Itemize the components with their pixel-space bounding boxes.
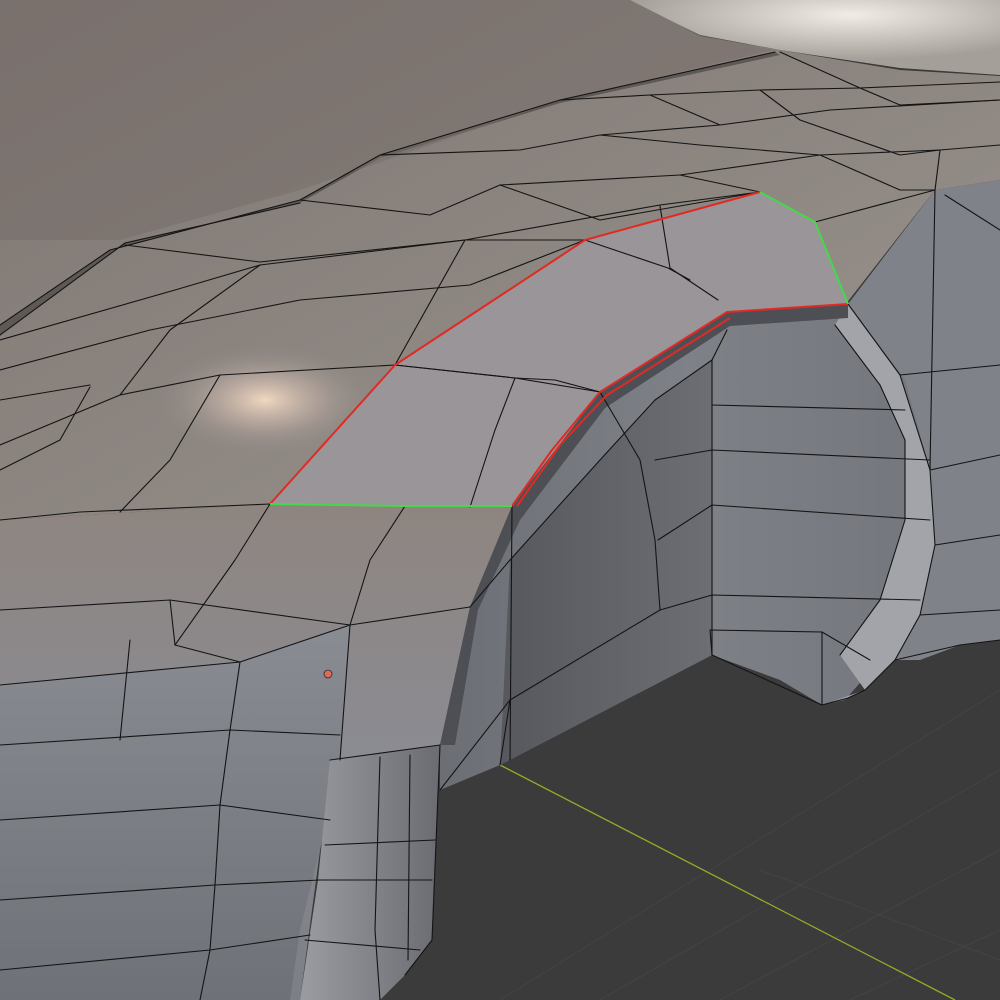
- viewport-canvas[interactable]: [0, 0, 1000, 1000]
- front-bumper[interactable]: [0, 625, 350, 1000]
- specular-highlight: [155, 345, 375, 455]
- 3d-viewport[interactable]: [0, 0, 1000, 1000]
- origin-dot-icon[interactable]: [323, 669, 333, 679]
- x-axis-line-icon: [499, 764, 956, 1000]
